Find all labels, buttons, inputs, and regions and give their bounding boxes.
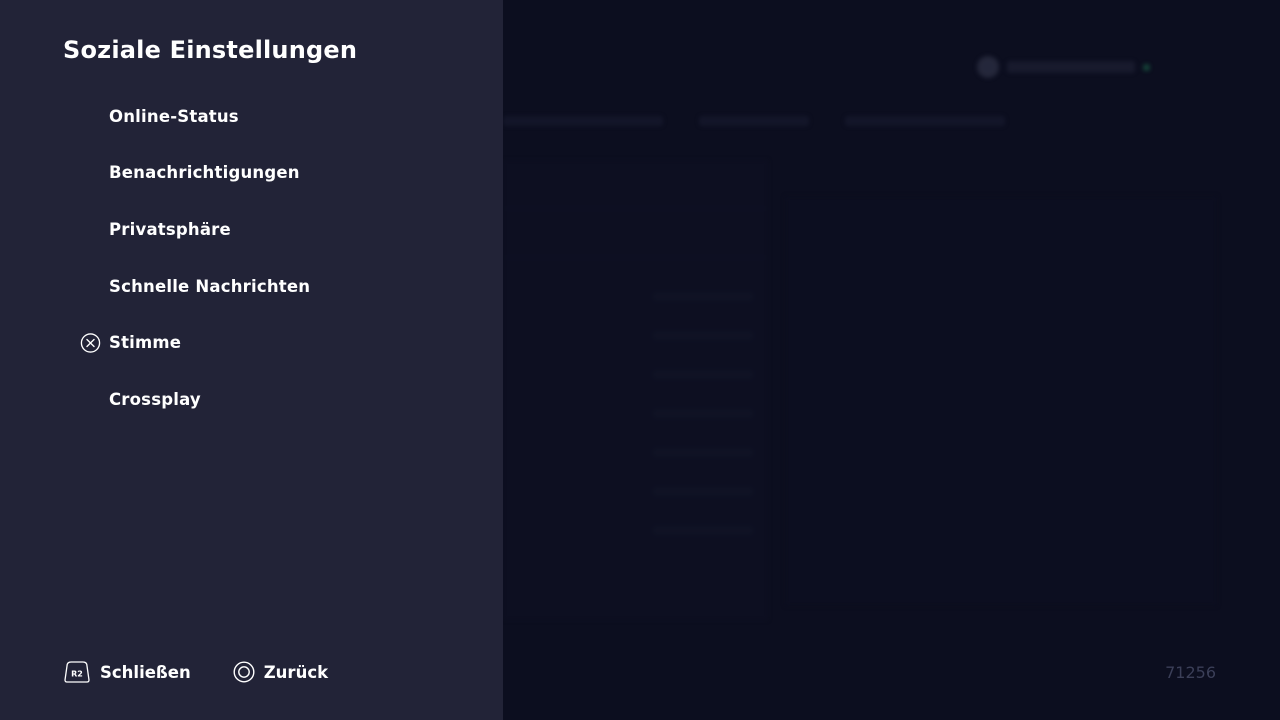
footer-hints: R2 Schließen Zurück bbox=[63, 660, 370, 684]
background-list-line bbox=[653, 292, 753, 301]
background-list-line bbox=[653, 526, 753, 535]
background-tabs bbox=[503, 116, 1005, 126]
close-label: Schließen bbox=[100, 662, 191, 682]
background-list-line bbox=[653, 487, 753, 496]
background-list-line bbox=[653, 409, 753, 418]
panel-title: Soziale Einstellungen bbox=[63, 36, 358, 64]
back-label: Zurück bbox=[263, 662, 329, 682]
menu-item-label: Benachrichtigungen bbox=[109, 163, 300, 183]
social-settings-menu: Online-Status Benachrichtigungen Privats… bbox=[0, 88, 503, 428]
background-list-line bbox=[653, 448, 753, 457]
background-list-line bbox=[653, 331, 753, 340]
menu-item-crossplay[interactable]: Crossplay bbox=[0, 371, 503, 428]
build-number: 71256 bbox=[1165, 663, 1216, 682]
menu-item-online-status[interactable]: Online-Status bbox=[0, 88, 503, 145]
background-online-dot bbox=[1143, 63, 1150, 71]
screen: 71256 Soziale Einstellungen Online-Statu… bbox=[0, 0, 1280, 720]
r2-icon-text: R2 bbox=[71, 670, 83, 679]
circle-button-icon bbox=[233, 661, 255, 683]
background-right-panel bbox=[785, 196, 1217, 606]
dimmed-background: 71256 bbox=[503, 0, 1280, 720]
background-tab bbox=[503, 116, 663, 126]
background-tab bbox=[699, 116, 809, 126]
menu-item-voice[interactable]: Stimme bbox=[0, 314, 503, 371]
background-profile bbox=[977, 56, 1150, 78]
r2-trigger-icon: R2 bbox=[64, 661, 90, 683]
background-row bbox=[503, 209, 768, 258]
background-list-line bbox=[653, 370, 753, 379]
cross-button-icon bbox=[80, 332, 101, 353]
menu-item-label: Privatsphäre bbox=[109, 219, 231, 239]
background-tab bbox=[845, 116, 1005, 126]
background-row bbox=[503, 160, 768, 209]
background-profile-name bbox=[1007, 61, 1135, 73]
menu-item-privacy[interactable]: Privatsphäre bbox=[0, 201, 503, 258]
back-button[interactable]: Zurück bbox=[233, 661, 328, 683]
menu-item-notifications[interactable]: Benachrichtigungen bbox=[0, 145, 503, 202]
social-settings-panel: Soziale Einstellungen Online-Status Bena… bbox=[0, 0, 503, 720]
menu-item-label: Schnelle Nachrichten bbox=[109, 276, 311, 296]
menu-item-label: Crossplay bbox=[109, 389, 201, 409]
menu-item-label: Stimme bbox=[109, 333, 182, 353]
menu-item-label: Online-Status bbox=[109, 106, 239, 126]
menu-item-quick-messages[interactable]: Schnelle Nachrichten bbox=[0, 258, 503, 315]
background-list bbox=[653, 292, 753, 535]
close-button[interactable]: R2 Schließen bbox=[63, 660, 191, 684]
background-avatar bbox=[977, 56, 999, 78]
